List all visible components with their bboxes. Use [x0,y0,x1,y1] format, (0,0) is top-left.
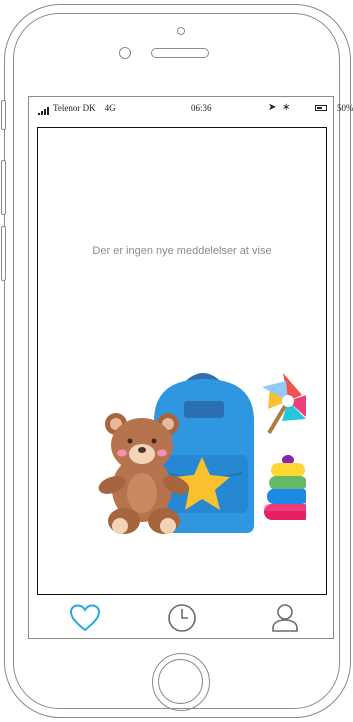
status-bar: Telenor DK 4G 06:36 ➤ ∗ 50% [29,97,353,119]
tab-profile[interactable] [269,603,301,633]
tab-history[interactable] [166,603,198,633]
user-icon [272,604,298,632]
phone-screen: Telenor DK 4G 06:36 ➤ ∗ 50% Der er ingen… [28,96,353,639]
bottom-tab-bar [29,599,335,639]
location-icon: ➤ [268,102,277,113]
notifications-panel: Der er ingen nye meddelelser at vise [37,127,327,595]
pinwheel-icon [262,373,306,435]
network-type: 4G [104,103,116,113]
tab-favorites[interactable] [69,603,101,633]
volume-up-button [1,160,6,215]
toys-illustration [98,373,306,534]
heart-icon [69,604,101,632]
volume-down-button [1,226,6,281]
clock-icon [168,604,196,632]
front-camera [177,27,185,35]
stacking-rings-icon [264,455,306,520]
earpiece-speaker [151,48,209,58]
home-button-ring [158,659,203,704]
proximity-sensor [119,47,131,59]
bluetooth-icon: ∗ [282,102,291,113]
status-time: 06:36 [191,103,212,113]
battery-percent: 50% [337,103,353,113]
battery-icon [315,105,327,111]
mute-switch [1,100,6,130]
home-button[interactable] [152,653,210,711]
carrier-label: Telenor DK [53,103,96,113]
signal-icon [38,105,50,115]
carrier-name: Telenor DK 4G [53,103,116,113]
empty-state-message: Der er ingen nye meddelelser at vise [92,245,272,257]
